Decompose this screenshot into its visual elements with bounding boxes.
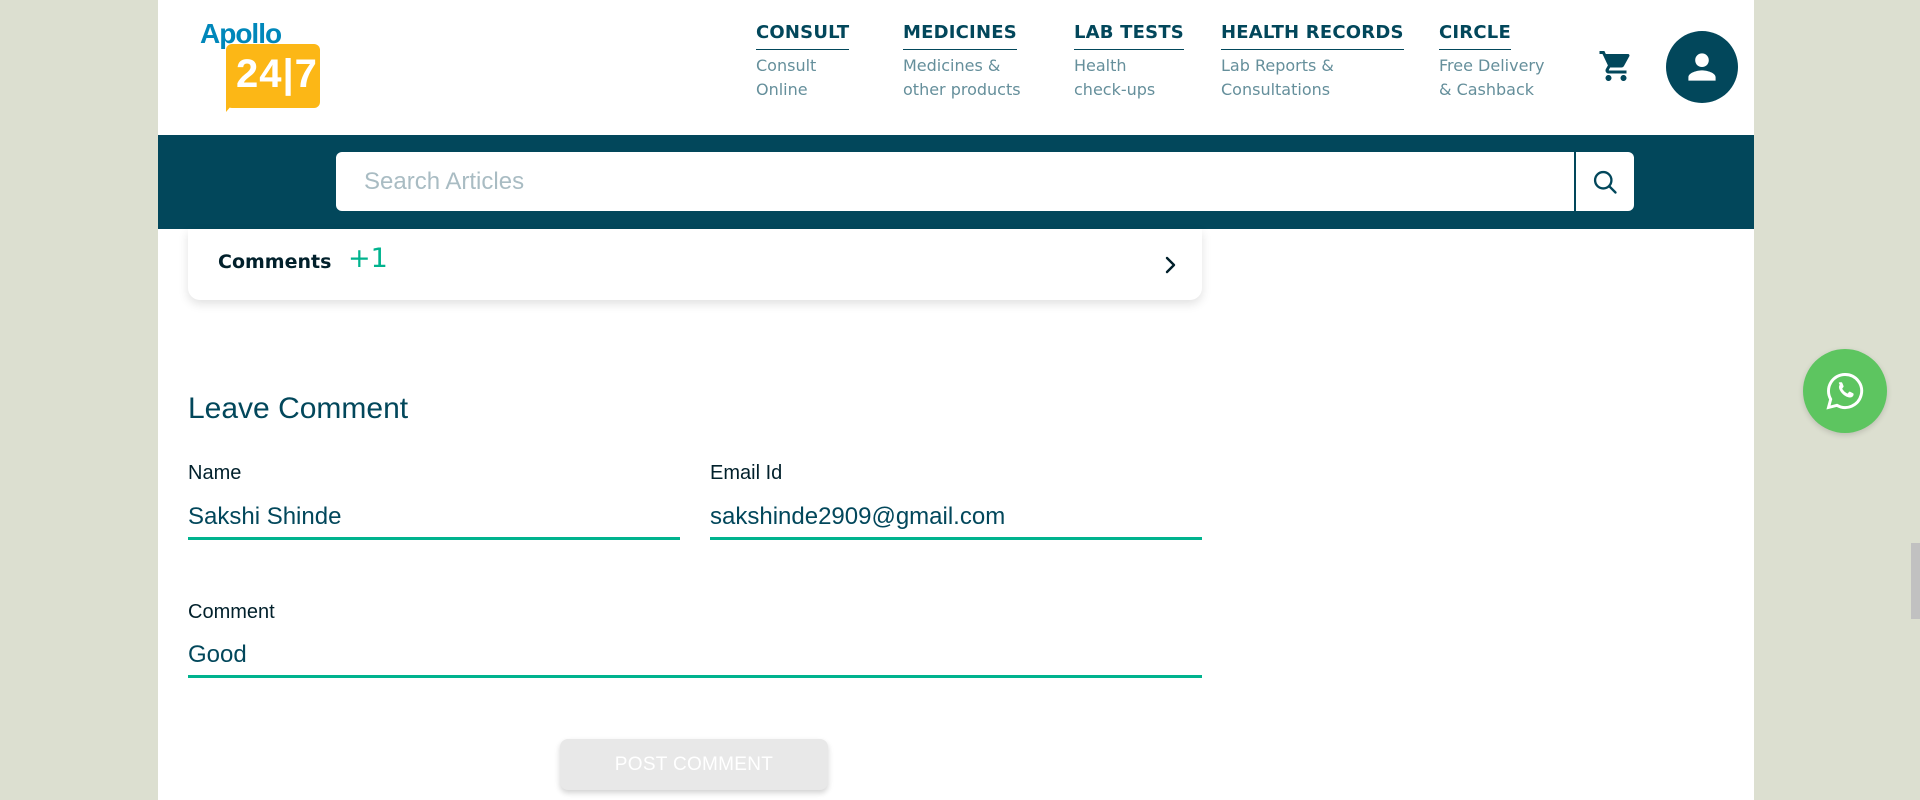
comments-label: Comments (218, 251, 332, 273)
nav-item-lab-tests[interactable]: LAB TESTS Health check-ups (1074, 22, 1184, 102)
nav-sub-line-1: Consult (756, 56, 817, 75)
nav-title: MEDICINES (903, 22, 1017, 50)
nav-item-medicines[interactable]: MEDICINES Medicines & other products (903, 22, 1021, 102)
cart-icon[interactable] (1598, 48, 1634, 84)
nav-sub-line-2: other products (903, 80, 1021, 99)
name-label: Name (188, 462, 242, 484)
email-label: Email Id (710, 462, 783, 484)
nav-item-consult[interactable]: CONSULT Consult Online (756, 22, 850, 102)
search-button[interactable] (1576, 152, 1634, 211)
name-field[interactable] (188, 496, 680, 540)
comment-label: Comment (188, 601, 275, 623)
nav-sub-line-2: & Cashback (1439, 80, 1535, 99)
comments-card[interactable]: Comments +1 (188, 229, 1202, 300)
nav-title: HEALTH RECORDS (1221, 22, 1404, 50)
nav-item-circle[interactable]: CIRCLE Free Delivery & Cashback (1439, 22, 1544, 102)
leave-comment-title: Leave Comment (188, 392, 409, 425)
nav-title: CONSULT (756, 22, 850, 50)
nav-item-health-records[interactable]: HEALTH RECORDS Lab Reports & Consultatio… (1221, 22, 1404, 102)
nav-title: LAB TESTS (1074, 22, 1184, 50)
nav-sub-line-2: Online (756, 80, 808, 99)
page-scrollbar[interactable] (1911, 543, 1920, 619)
search-articles-input[interactable] (336, 152, 1574, 211)
logo-number-text: 24|7 (236, 52, 318, 96)
nav-sub-line-1: Medicines & (903, 56, 1001, 75)
nav-sub-line-2: Consultations (1221, 80, 1331, 99)
apollo-logo[interactable]: Apollo 24|7 (200, 18, 322, 114)
nav-sub-line-1: Lab Reports & (1221, 56, 1334, 75)
search-icon (1593, 170, 1617, 194)
nav-sub-line-2: check-ups (1074, 80, 1156, 99)
page-container: Apollo 24|7 CONSULT Consult Online MEDIC… (158, 0, 1754, 800)
nav-sub-line-1: Health (1074, 56, 1127, 75)
comments-count: +1 (348, 243, 388, 274)
nav-title: CIRCLE (1439, 22, 1511, 50)
site-header: Apollo 24|7 CONSULT Consult Online MEDIC… (158, 0, 1754, 135)
logo-tail (226, 100, 236, 112)
user-icon (1688, 53, 1716, 81)
post-comment-button[interactable]: POST COMMENT (560, 739, 828, 790)
chevron-right-icon[interactable] (1158, 253, 1182, 277)
email-field[interactable] (710, 496, 1202, 540)
nav-sub-line-1: Free Delivery (1439, 56, 1545, 75)
search-bar (158, 135, 1754, 229)
whatsapp-button[interactable] (1803, 349, 1887, 433)
user-avatar-button[interactable] (1666, 31, 1738, 103)
comment-field[interactable] (188, 634, 1202, 678)
whatsapp-icon (1826, 373, 1864, 410)
